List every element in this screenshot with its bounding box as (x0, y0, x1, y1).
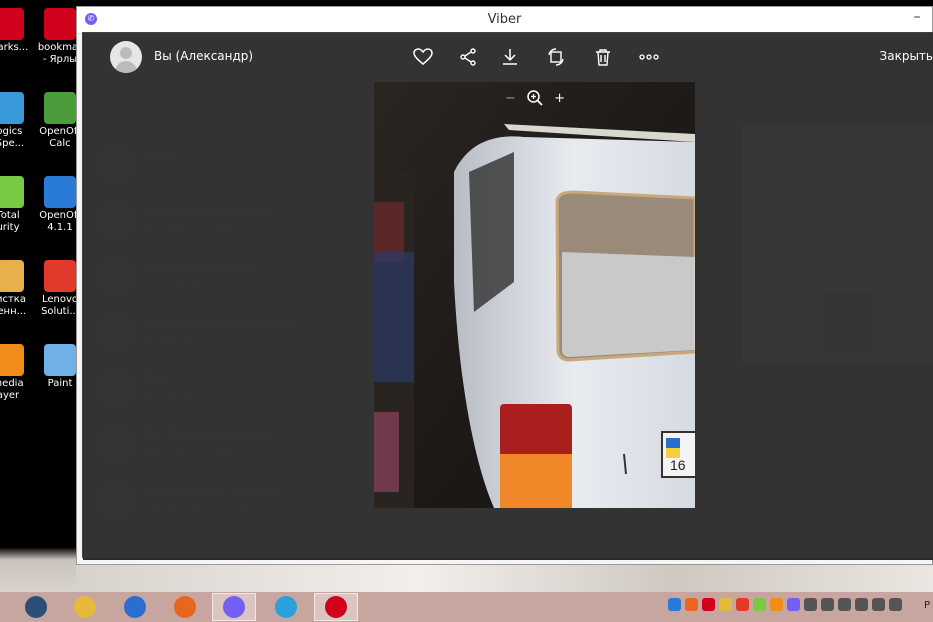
rotate-button[interactable] (544, 45, 568, 69)
more-dots-icon (639, 54, 659, 60)
taskbar-button[interactable] (314, 593, 358, 621)
tray-icon[interactable] (889, 598, 902, 611)
like-button[interactable] (411, 45, 435, 69)
show-desktop-icon (25, 596, 47, 618)
tray-icon[interactable] (787, 598, 800, 611)
viewer-header: Вы (Александр) Закрыть (82, 32, 933, 82)
zoom-controls: − + (505, 87, 565, 109)
tray-icon[interactable] (821, 598, 834, 611)
share-button[interactable] (456, 45, 480, 69)
sender-name: Вы (Александр) (154, 49, 254, 63)
share-icon (460, 48, 476, 66)
minimize-button[interactable]: – (908, 9, 926, 29)
download-icon (503, 49, 517, 65)
zoom-in-button[interactable]: + (554, 91, 565, 106)
svg-text:16: 16 (670, 457, 686, 473)
trash-icon (596, 49, 610, 66)
delete-button[interactable] (591, 45, 615, 69)
taskbar-button[interactable] (113, 593, 157, 621)
window-title: Viber (487, 12, 522, 27)
tray-icon[interactable] (804, 598, 817, 611)
more-options-button[interactable] (637, 45, 661, 69)
opera-bookmark-shortcut-icon (44, 8, 76, 40)
taskbar-button[interactable] (63, 593, 107, 621)
lenovo-solutions-icon (44, 260, 76, 292)
tray-icon[interactable] (872, 598, 885, 611)
tray-icon[interactable] (753, 598, 766, 611)
opera-bookmarks-icon (0, 8, 24, 40)
tray-clock[interactable]: Р (924, 600, 930, 611)
close-viewer-button[interactable]: Закрыть (880, 49, 933, 63)
tray-icon[interactable] (736, 598, 749, 611)
taskbar-button[interactable] (163, 593, 207, 621)
taskbar-button[interactable] (14, 593, 58, 621)
tray-icon[interactable] (719, 598, 732, 611)
zoom-out-button[interactable]: − (505, 91, 516, 106)
openoffice-icon (44, 176, 76, 208)
tray-icon[interactable] (770, 598, 783, 611)
photo-image[interactable]: 16 (374, 82, 695, 508)
title-bar[interactable]: ✆ Viber – (77, 7, 932, 34)
vlc-icon (0, 344, 24, 376)
tray-icon[interactable] (685, 598, 698, 611)
tray-icon[interactable] (838, 598, 851, 611)
avatar-head (120, 47, 132, 59)
zoom-magnifier-icon[interactable] (526, 89, 544, 107)
media-viewer-overlay[interactable]: Вы (Александр) Закрыть 16 (82, 32, 933, 558)
auslogics-icon (0, 92, 24, 124)
download-button[interactable] (498, 45, 522, 69)
tray-icon[interactable] (855, 598, 868, 611)
openoffice-calc-icon (44, 92, 76, 124)
cleaner-icon (0, 260, 24, 292)
rotate-icon (548, 48, 564, 66)
heart-icon (413, 48, 433, 65)
avatar-body (115, 61, 137, 73)
taskbar-button[interactable] (212, 593, 256, 621)
file-explorer-icon (74, 596, 96, 618)
taskbar-button[interactable] (264, 593, 308, 621)
tray-icon[interactable] (668, 598, 681, 611)
telegram-icon (275, 596, 297, 618)
opera-icon (325, 596, 347, 618)
downloads-icon (124, 596, 146, 618)
paint-icon (44, 344, 76, 376)
viber-icon (223, 596, 245, 618)
avatar[interactable] (110, 41, 142, 73)
total-security-icon (0, 176, 24, 208)
firefox-icon (174, 596, 196, 618)
system-tray (668, 598, 902, 616)
tray-icon[interactable] (702, 598, 715, 611)
